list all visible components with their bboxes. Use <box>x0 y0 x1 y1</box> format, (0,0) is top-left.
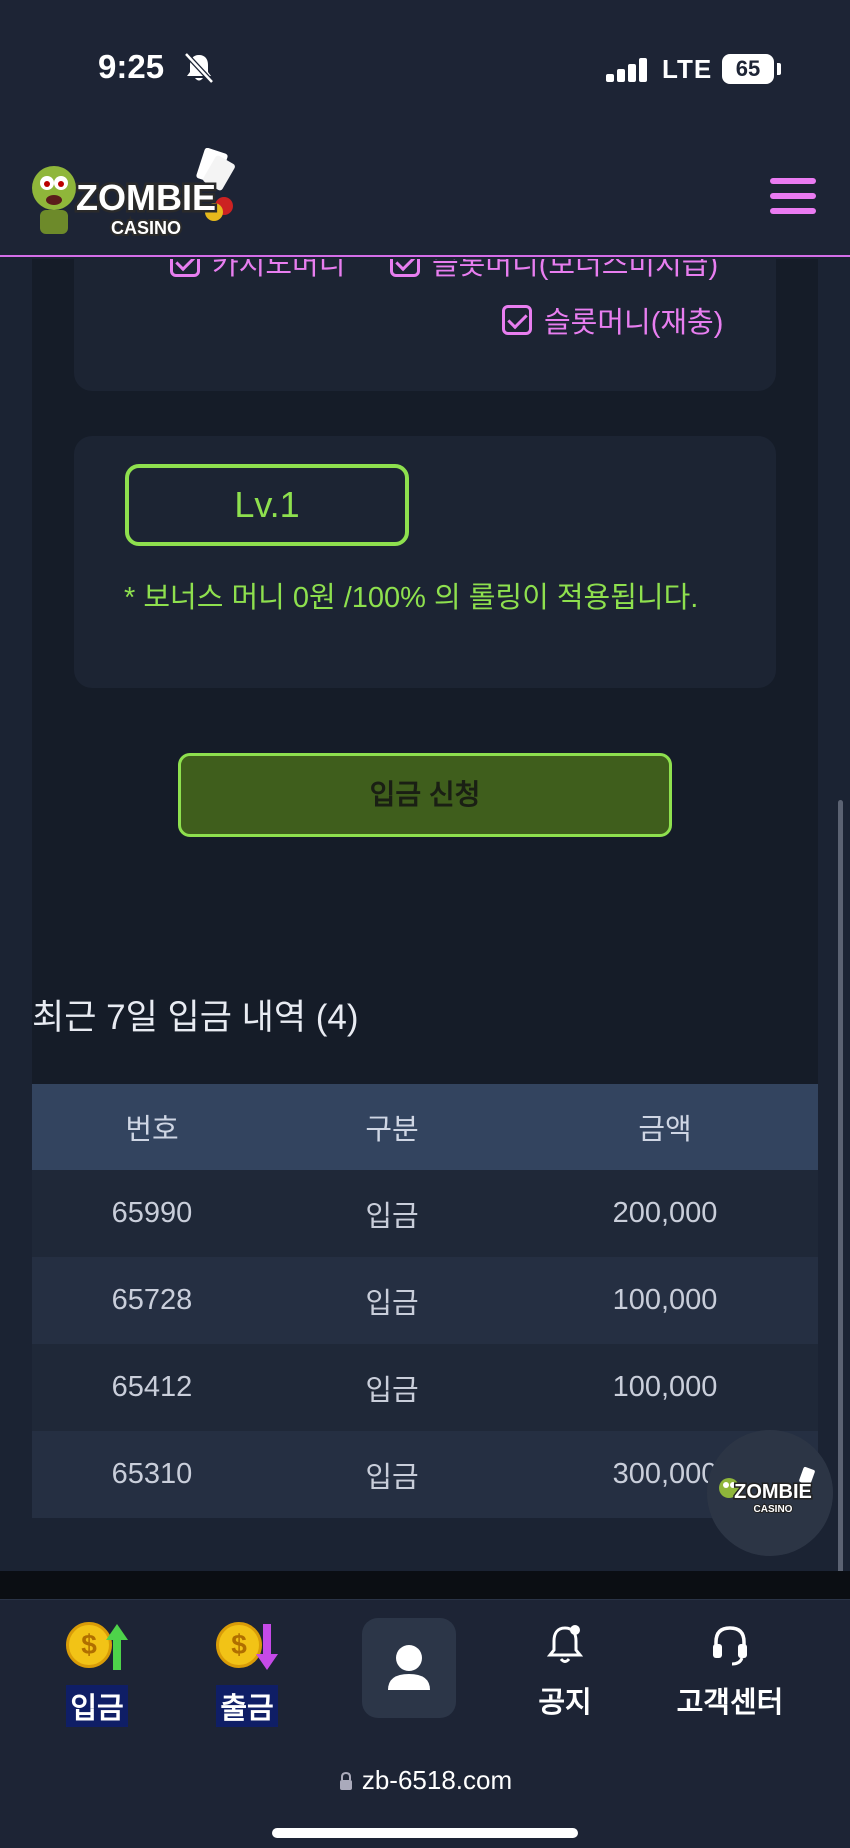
recent-deposits-title: 최근 7일 입금 내역 (4) <box>32 998 359 1037</box>
column-header-number: 번호 <box>125 1114 179 1146</box>
network-type: LTE <box>662 54 713 84</box>
bottom-nav: $ 입금 $ 출금 공지 고객센터 <box>0 1599 850 1739</box>
cell-type: 입금 <box>365 1374 419 1407</box>
site-header: ZOMBIE CASINO <box>0 140 850 257</box>
zombie-casino-logo[interactable]: ZOMBIE CASINO <box>28 148 248 248</box>
status-bar: 9:25 LTE 65 <box>0 0 850 140</box>
battery-icon: 65 <box>722 54 774 84</box>
user-icon <box>388 1645 430 1690</box>
signal-icon <box>606 58 648 82</box>
checkbox-casino-money[interactable]: 카지노머니 <box>170 259 345 283</box>
deposit-history-table: 번호 구분 금액 65990 입금 200,000 65728 입금 100,0… <box>32 1084 818 1518</box>
svg-text:CASINO: CASINO <box>754 1504 793 1515</box>
browser-url-bar[interactable]: zb-6518.com <box>0 1739 850 1848</box>
floating-logo-button[interactable]: ZOMBIE CASINO <box>707 1430 833 1556</box>
cell-type: 입금 <box>365 1461 419 1494</box>
checkbox-label: 슬롯머니(재충) <box>544 307 724 339</box>
level-card: Lv.1 * 보너스 머니 0원 /100% 의 롤링이 적용됩니다. <box>74 436 776 688</box>
table-header: 번호 구분 금액 <box>32 1084 818 1170</box>
nav-profile[interactable] <box>362 1618 456 1718</box>
cell-number: 65310 <box>111 1458 193 1490</box>
table-row: 65310 입금 300,000 <box>32 1431 818 1518</box>
content-area: 카지노머니 슬롯머니(보너스미지급) 슬롯머니(재충) Lv.1 * 보너스 머… <box>0 259 850 1571</box>
home-indicator[interactable] <box>272 1828 578 1838</box>
table-row: 65728 입금 100,000 <box>32 1257 818 1344</box>
cell-amount: 100,000 <box>612 1371 718 1403</box>
bell-muted-icon <box>184 52 214 84</box>
checkbox-slot-recharge[interactable]: 슬롯머니(재충) <box>502 299 723 341</box>
table-row: 65412 입금 100,000 <box>32 1344 818 1431</box>
scrollbar[interactable] <box>838 800 843 1576</box>
cell-number: 65412 <box>111 1371 193 1403</box>
cell-type: 입금 <box>365 1200 419 1233</box>
checkbox-label: 슬롯머니(보너스미지급) <box>432 259 719 281</box>
url-text: zb-6518.com <box>0 1765 850 1796</box>
nav-support[interactable]: 고객센터 <box>658 1622 802 1721</box>
nav-deposit[interactable]: $ 입금 <box>32 1622 162 1727</box>
cell-amount: 100,000 <box>612 1284 718 1316</box>
checkbox-checked-icon <box>170 259 200 277</box>
cell-type: 입금 <box>365 1287 419 1320</box>
cell-number: 65728 <box>111 1284 193 1316</box>
lock-icon <box>339 1771 352 1790</box>
url-value: zb-6518.com <box>361 1765 513 1795</box>
rolling-note: * 보너스 머니 0원 /100% 의 롤링이 적용됩니다. <box>124 582 699 614</box>
svg-text:ZOMBIE: ZOMBIE <box>734 1481 812 1503</box>
clock: 9:25 <box>98 48 165 85</box>
cell-amount: 200,000 <box>612 1197 718 1229</box>
column-header-amount: 금액 <box>638 1114 692 1146</box>
bonus-options-card: 카지노머니 슬롯머니(보너스미지급) 슬롯머니(재충) <box>74 259 776 391</box>
column-header-type: 구분 <box>365 1114 419 1146</box>
checkbox-checked-icon <box>502 305 532 335</box>
logo-text: ZOMBIE <box>76 177 216 218</box>
checkbox-slot-no-bonus[interactable]: 슬롯머니(보너스미지급) <box>390 259 718 283</box>
battery-nub <box>777 63 781 75</box>
logo-subtext: CASINO <box>111 218 181 238</box>
menu-hamburger-icon[interactable] <box>770 178 816 214</box>
nav-notice[interactable]: 공지 <box>500 1622 630 1721</box>
divider <box>0 1571 850 1599</box>
nav-withdraw[interactable]: $ 출금 <box>182 1622 312 1727</box>
deposit-request-button[interactable]: 입금 신청 <box>178 753 672 837</box>
nav-support-label: 고객센터 <box>676 1687 784 1719</box>
coin-withdraw-icon: $ <box>212 1622 282 1674</box>
nav-deposit-label: 입금 <box>66 1685 128 1727</box>
nav-notice-label: 공지 <box>538 1687 592 1719</box>
table-row: 65990 입금 200,000 <box>32 1170 818 1257</box>
coin-deposit-icon: $ <box>62 1622 132 1674</box>
deposit-panel <box>32 259 818 1179</box>
cell-number: 65990 <box>111 1197 193 1229</box>
checkbox-checked-icon <box>390 259 420 277</box>
bell-icon <box>546 1625 584 1663</box>
headset-icon <box>713 1626 747 1666</box>
level-badge: Lv.1 <box>125 464 409 546</box>
checkbox-label: 카지노머니 <box>212 259 346 281</box>
nav-withdraw-label: 출금 <box>216 1685 278 1727</box>
